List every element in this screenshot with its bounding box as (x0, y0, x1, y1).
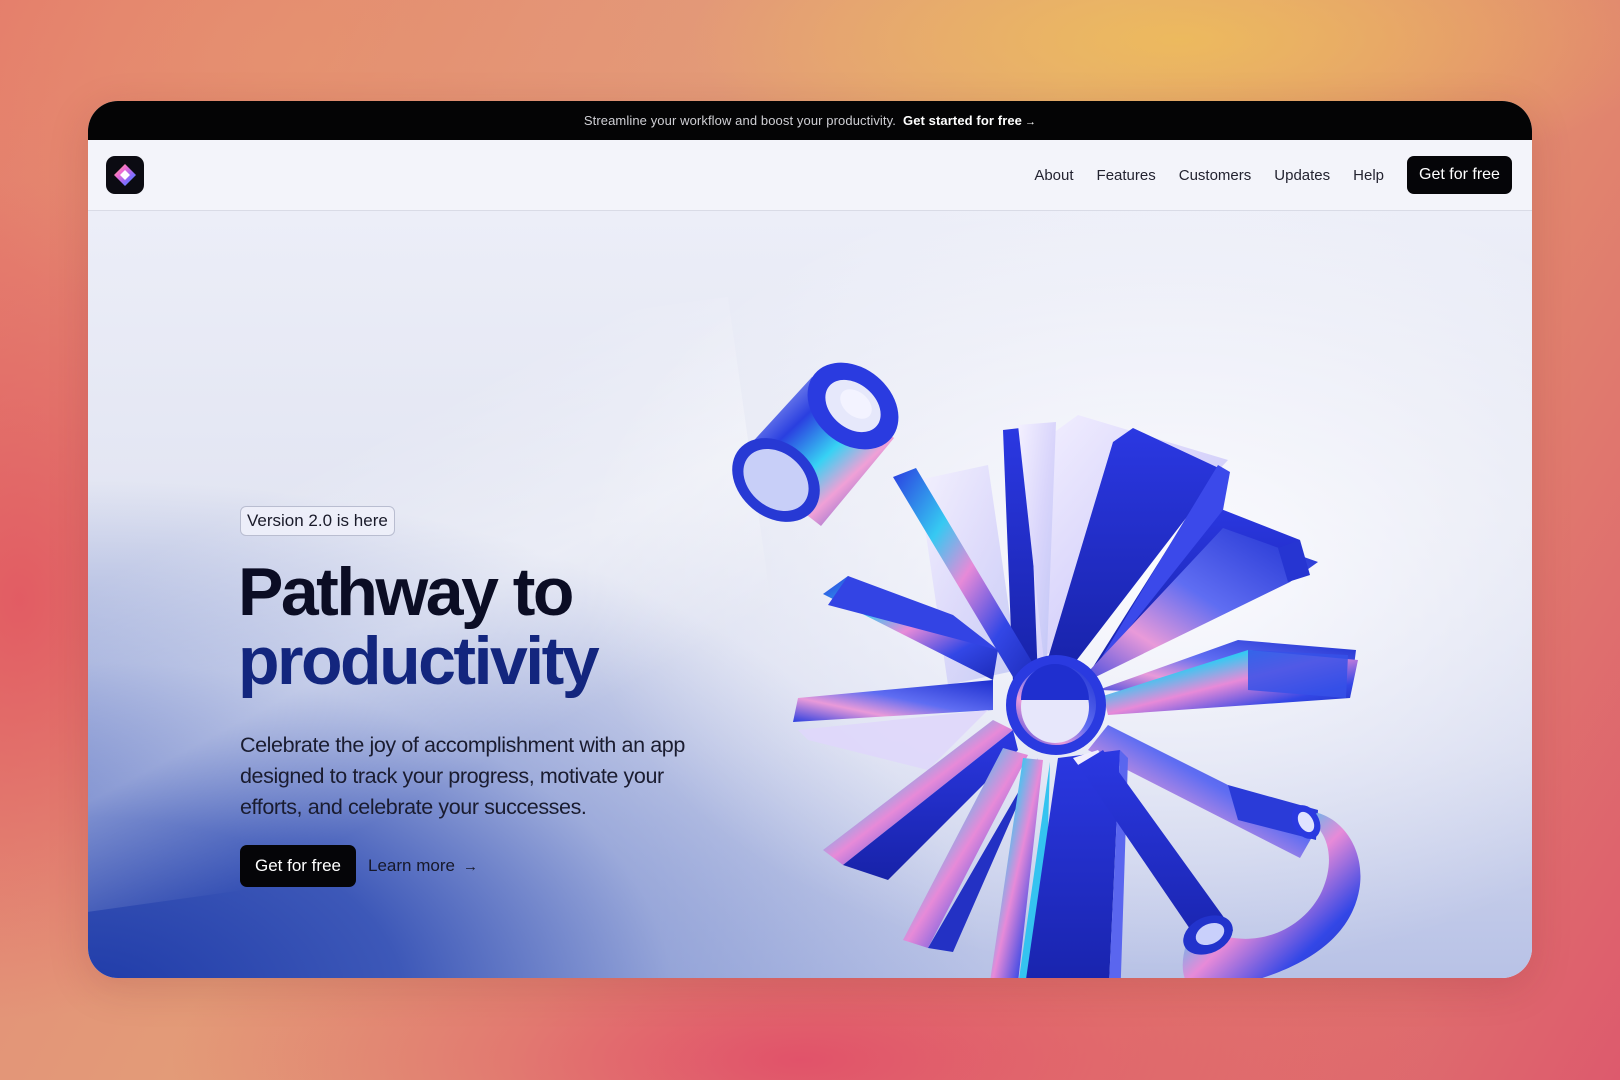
iridescent-cylinder-icon (732, 362, 899, 526)
hero-title-line-1: Pathway to (238, 554, 574, 630)
browser-window: Streamline your workflow and boost your … (88, 101, 1532, 978)
announcement-bar: Streamline your workflow and boost your … (88, 101, 1532, 140)
nav-link-customers[interactable]: Customers (1179, 167, 1252, 184)
nav-link-about[interactable]: About (1034, 167, 1073, 184)
arrow-right-icon: → (462, 857, 478, 875)
hero-title-line-2: productivity (238, 623, 600, 699)
hero-get-for-free-button[interactable]: Get for free (240, 845, 356, 887)
learn-more-label: Learn more (368, 856, 455, 875)
version-badge: Version 2.0 is here (240, 506, 395, 536)
iridescent-hook-icon (1182, 805, 1361, 978)
diamond-logo-icon (114, 164, 136, 186)
announcement-cta-label: Get started for free (902, 113, 1023, 128)
nav-link-updates[interactable]: Updates (1274, 167, 1330, 184)
nav-link-help[interactable]: Help (1353, 167, 1384, 184)
hero-section: Version 2.0 is here Pathway to productiv… (88, 210, 1532, 978)
nav-links: About Features Customers Updates Help Ge… (1034, 156, 1512, 194)
announcement-cta-link[interactable]: Get started for free → (903, 113, 1036, 128)
nav-get-for-free-button[interactable]: Get for free (1407, 156, 1512, 194)
announcement-message: Streamline your workflow and boost your … (583, 113, 896, 128)
hero-subtitle: Celebrate the joy of accomplishment with… (240, 733, 685, 819)
learn-more-link[interactable]: Learn more → (368, 845, 478, 887)
hero-title: Pathway to productivity (238, 554, 600, 699)
arrow-right-icon: → (1025, 116, 1037, 128)
top-navbar: About Features Customers Updates Help Ge… (88, 140, 1532, 211)
iridescent-starburst-icon (793, 415, 1358, 978)
nav-link-features[interactable]: Features (1097, 167, 1156, 184)
logo-button[interactable] (106, 156, 144, 194)
